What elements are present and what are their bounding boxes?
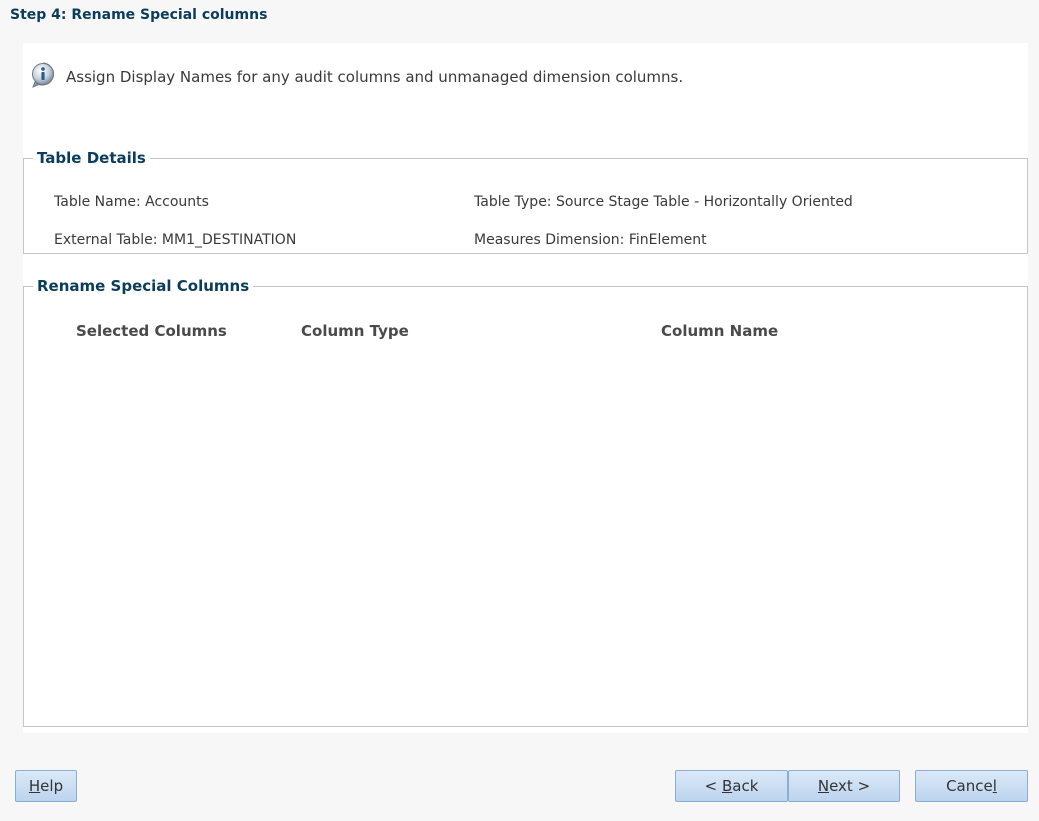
back-mnemonic: B [721, 777, 733, 795]
back-button[interactable]: < Back [675, 770, 788, 802]
measures-dimension: Measures Dimension: FinElement [474, 232, 707, 248]
back-label-prefix: < [704, 777, 722, 795]
info-icon [29, 61, 57, 93]
header-column-name: Column Name [661, 322, 779, 340]
cancel-button[interactable]: Cance l [915, 770, 1028, 802]
header-selected-columns: Selected Columns [76, 322, 227, 340]
info-message: Assign Display Names for any audit colum… [66, 68, 684, 86]
help-mnemonic: H [28, 777, 41, 795]
next-mnemonic: N [817, 777, 830, 795]
table-details-legend: Table Details [37, 149, 146, 167]
table-details-group: Table Details Table Name: Accounts Table… [23, 149, 1028, 254]
cancel-label-prefix: Cance [946, 777, 993, 795]
external-table: External Table: MM1_DESTINATION [54, 232, 297, 248]
table-name: Table Name: Accounts [54, 194, 209, 210]
cancel-mnemonic: l [992, 777, 997, 795]
next-button[interactable]: Next > [788, 770, 900, 802]
rename-special-columns-group: Rename Special Columns Selected Columns … [23, 277, 1028, 727]
wizard-panel: Assign Display Names for any audit colum… [23, 43, 1028, 733]
table-type: Table Type: Source Stage Table - Horizon… [474, 194, 853, 210]
help-button[interactable]: Help [15, 770, 77, 802]
rename-special-columns-legend: Rename Special Columns [37, 277, 250, 295]
step-title: Step 4: Rename Special columns [10, 7, 268, 23]
next-label-rest: ext > [829, 777, 871, 795]
back-label-rest: ack [732, 777, 759, 795]
help-label-rest: elp [40, 777, 64, 795]
info-message-row: Assign Display Names for any audit colum… [29, 61, 684, 93]
header-column-type: Column Type [301, 322, 409, 340]
